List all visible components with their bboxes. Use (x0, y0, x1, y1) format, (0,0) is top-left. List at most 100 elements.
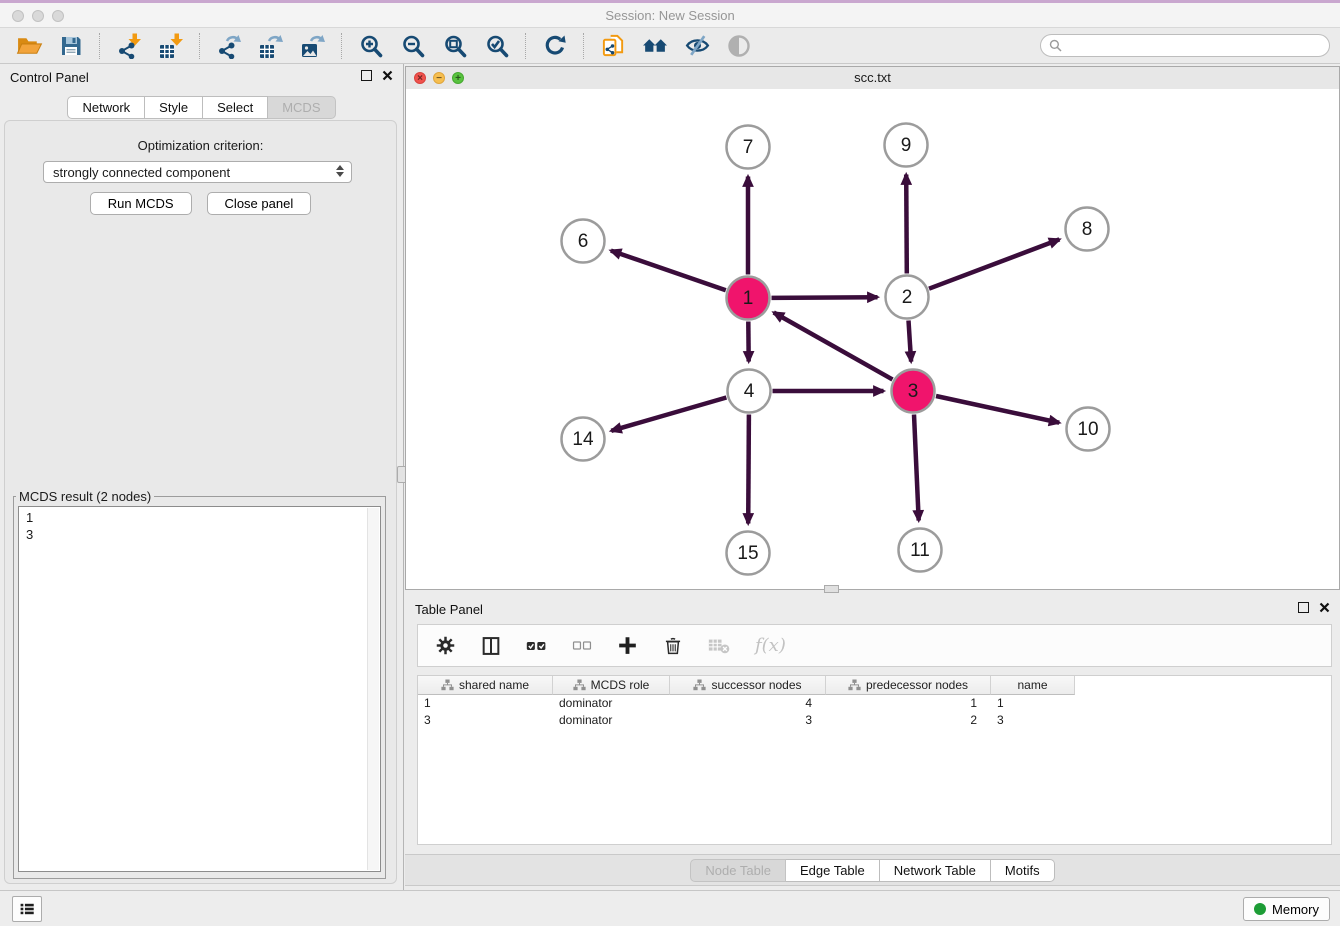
graph-node-11[interactable]: 11 (899, 529, 942, 572)
graph-node-7[interactable]: 7 (727, 126, 770, 169)
table-row: 1dominator411 (418, 695, 1331, 712)
tab-edge-table[interactable]: Edge Table (786, 859, 880, 882)
horizontal-splitter-grip[interactable] (824, 585, 839, 593)
zoom-window-icon[interactable] (52, 10, 64, 22)
zoom-out-button[interactable] (392, 30, 434, 62)
tab-network[interactable]: Network (67, 96, 145, 119)
delete-column-button[interactable] (663, 635, 683, 656)
task-history-button[interactable] (12, 896, 42, 922)
cell-predecessor-nodes[interactable]: 2 (826, 712, 991, 729)
graph-node-2[interactable]: 2 (886, 276, 929, 319)
graph-edge-4-14[interactable] (611, 398, 726, 431)
cell-name[interactable]: 3 (991, 712, 1075, 729)
import-network-button[interactable] (108, 30, 150, 62)
zoom-in-button[interactable] (350, 30, 392, 62)
graph-edge-3-1[interactable] (774, 313, 893, 380)
zoom-fit-icon (443, 34, 467, 58)
export-network-icon (216, 33, 242, 59)
tab-node-table[interactable]: Node Table (690, 859, 786, 882)
svg-text:2: 2 (902, 287, 913, 308)
import-table-button[interactable] (150, 30, 192, 62)
export-image-button[interactable] (292, 30, 334, 62)
cell-mcds-role[interactable]: dominator (553, 712, 670, 729)
close-panel-button[interactable]: Close panel (207, 192, 312, 215)
cell-shared-name[interactable]: 3 (418, 712, 553, 729)
graph-node-6[interactable]: 6 (562, 220, 605, 263)
float-table-panel-icon[interactable] (1298, 602, 1309, 613)
zoom-selected-icon (485, 34, 509, 58)
float-panel-icon[interactable] (361, 70, 372, 81)
add-column-button[interactable] (617, 635, 638, 656)
cell-mcds-role[interactable]: dominator (553, 695, 670, 712)
table-options-button[interactable] (435, 635, 456, 656)
graph-node-4[interactable]: 4 (728, 370, 771, 413)
select-all-button[interactable] (526, 636, 547, 656)
first-neighbors-icon (642, 34, 669, 57)
close-table-panel-icon[interactable] (1319, 602, 1330, 613)
svg-text:8: 8 (1082, 219, 1093, 240)
export-table-button[interactable] (250, 30, 292, 62)
scrollbar-track[interactable] (367, 508, 379, 870)
first-neighbors-button[interactable] (634, 30, 676, 62)
graph-edge-1-6[interactable] (611, 251, 726, 291)
network-maximize-icon[interactable]: + (452, 72, 464, 84)
minimize-window-icon[interactable] (32, 10, 44, 22)
search-input[interactable] (1040, 34, 1330, 57)
save-session-button[interactable] (50, 30, 92, 62)
column-header-successor-nodes[interactable]: successor nodes (670, 676, 826, 695)
export-table-icon (258, 33, 284, 59)
graph-node-3[interactable]: 3 (892, 370, 935, 413)
table-body: 1dominator4113dominator323 (418, 695, 1331, 729)
memory-button[interactable]: Memory (1243, 897, 1330, 921)
graph-node-14[interactable]: 14 (562, 418, 605, 461)
hide-selected-button[interactable] (676, 30, 718, 62)
tab-mcds[interactable]: MCDS (268, 96, 335, 119)
tab-style[interactable]: Style (145, 96, 203, 119)
graph-node-8[interactable]: 8 (1066, 208, 1109, 251)
network-close-icon[interactable]: × (414, 72, 426, 84)
column-header-name[interactable]: name (991, 676, 1075, 695)
tab-select[interactable]: Select (203, 96, 268, 119)
cell-predecessor-nodes[interactable]: 1 (826, 695, 991, 712)
column-header-mcds-role[interactable]: MCDS role (553, 676, 670, 695)
open-file-button[interactable] (8, 30, 50, 62)
zoom-fit-button[interactable] (434, 30, 476, 62)
graph-node-15[interactable]: 15 (727, 532, 770, 575)
export-network-button[interactable] (208, 30, 250, 62)
optimization-criterion-select[interactable]: strongly connected component (43, 161, 352, 183)
column-header-predecessor-nodes[interactable]: predecessor nodes (826, 676, 991, 695)
mcds-result-list[interactable]: 13 (18, 506, 381, 872)
zoom-selected-button[interactable] (476, 30, 518, 62)
cell-shared-name[interactable]: 1 (418, 695, 553, 712)
tab-motifs[interactable]: Motifs (991, 859, 1055, 882)
graph-node-9[interactable]: 9 (885, 124, 928, 167)
graph-edge-2-8[interactable] (929, 239, 1059, 288)
close-window-icon[interactable] (12, 10, 24, 22)
graph-edge-4-15[interactable] (748, 415, 749, 524)
cell-name[interactable]: 1 (991, 695, 1075, 712)
graph-edge-2-9[interactable] (906, 175, 907, 274)
table-row: 3dominator323 (418, 712, 1331, 729)
run-mcds-button[interactable]: Run MCDS (90, 192, 192, 215)
cell-successor-nodes[interactable]: 3 (670, 712, 826, 729)
graph-edge-1-2[interactable] (772, 297, 878, 298)
column-header-shared-name[interactable]: shared name (418, 676, 553, 695)
graph-edge-3-11[interactable] (914, 415, 919, 521)
graph-edge-3-10[interactable] (936, 396, 1059, 423)
graph-node-10[interactable]: 10 (1067, 408, 1110, 451)
cell-successor-nodes[interactable]: 4 (670, 695, 826, 712)
toolbar-separator (99, 33, 101, 59)
graph-edge-2-3[interactable] (909, 321, 912, 362)
toolbar-separator (525, 33, 527, 59)
add-column-icon (617, 635, 638, 656)
graph-node-1[interactable]: 1 (727, 277, 770, 320)
refresh-button[interactable] (534, 30, 576, 62)
graph-canvas[interactable]: 7 9 6 8 1 2 4 3 14 10 15 11 (406, 89, 1339, 589)
deselect-all-button[interactable] (572, 636, 592, 655)
new-network-from-selection-button[interactable] (592, 30, 634, 62)
tab-network-table[interactable]: Network Table (880, 859, 991, 882)
optimization-criterion-label: Optimization criterion: (5, 138, 396, 153)
show-columns-button[interactable] (481, 636, 501, 656)
network-minimize-icon[interactable]: − (433, 72, 445, 84)
close-panel-icon[interactable] (382, 70, 393, 81)
